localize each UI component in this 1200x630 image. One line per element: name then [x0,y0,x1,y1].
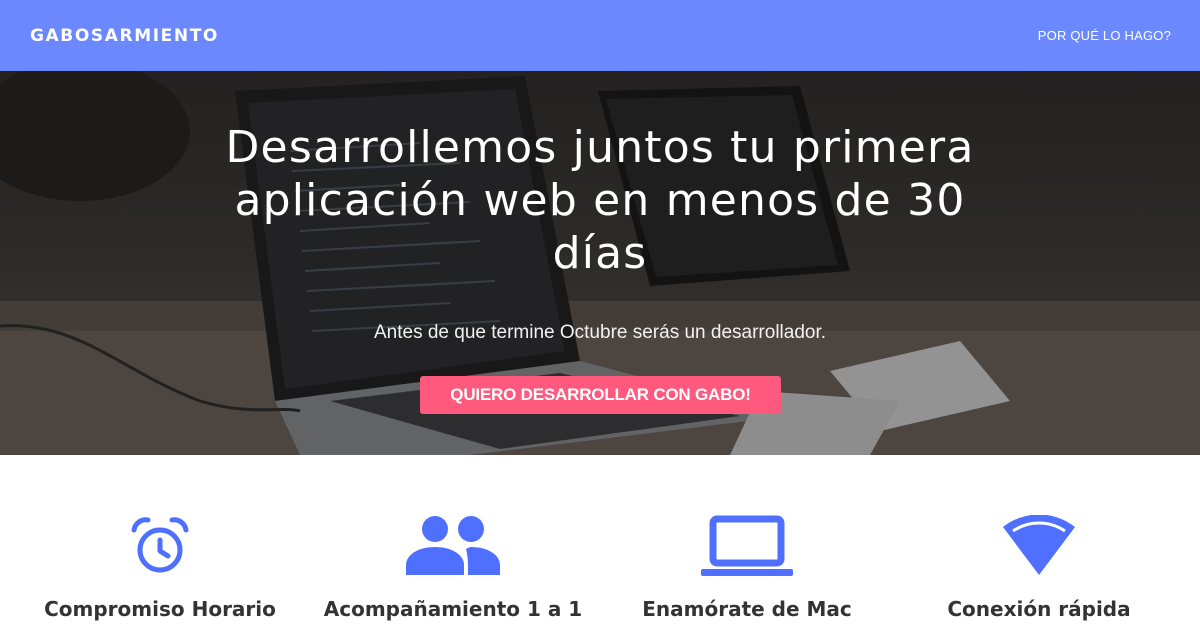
people-icon [403,513,503,579]
cta-button[interactable]: QUIERO DESARROLLAR CON GABO! [420,376,781,414]
feature-label: Acompañamiento 1 a 1 [323,597,583,621]
feature-acompanamiento: Acompañamiento 1 a 1 [303,455,603,630]
hero-content: Desarrollemos juntos tu primera aplicaci… [0,71,1200,455]
navbar: GABOSARMIENTO POR QUÉ LO HAGO? [0,0,1200,71]
hero-section: Desarrollemos juntos tu primera aplicaci… [0,71,1200,455]
features-section: Compromiso Horario Acompañamiento 1 a 1 … [0,455,1200,630]
alarm-clock-icon [110,513,210,579]
feature-label: Conexión rápida [947,597,1131,621]
wifi-icon [989,513,1089,579]
feature-mac: Enamórate de Mac [597,455,897,630]
feature-compromiso-horario: Compromiso Horario [10,455,310,630]
hero-title: Desarrollemos juntos tu primera aplicaci… [225,122,975,279]
feature-label: Compromiso Horario [44,597,276,621]
feature-label: Enamórate de Mac [642,597,852,621]
nav-link-why[interactable]: POR QUÉ LO HAGO? [1038,28,1171,43]
brand-logo-link[interactable]: GABOSARMIENTO [30,26,219,46]
laptop-icon [697,513,797,579]
feature-conexion: Conexión rápida [889,455,1189,630]
hero-subtitle: Antes de que termine Octubre serás un de… [373,322,827,343]
